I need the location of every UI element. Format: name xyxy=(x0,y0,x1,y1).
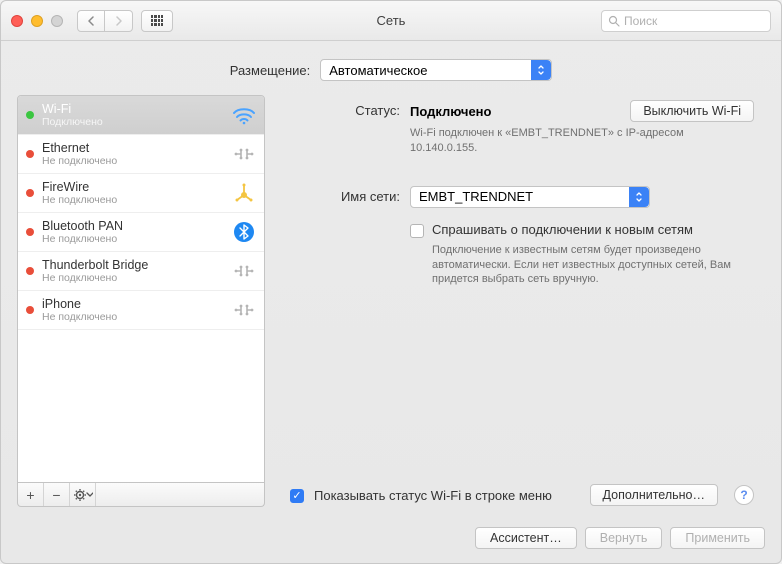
ask-join-checkbox[interactable] xyxy=(410,224,424,238)
show-all-button[interactable] xyxy=(141,10,173,32)
show-menubar-label: Показывать статус Wi-Fi в строке меню xyxy=(314,488,552,503)
gear-icon xyxy=(73,488,93,502)
item-name: iPhone xyxy=(42,297,224,311)
sidebar-item-firewire[interactable]: FireWire Не подключено xyxy=(18,174,264,213)
item-name: Wi-Fi xyxy=(42,102,224,116)
nav-segment xyxy=(77,10,133,32)
content-area: Wi-Fi Подключено Ethernet Не подключено xyxy=(1,95,781,517)
footer-buttons: Ассистент… Вернуть Применить xyxy=(1,517,781,563)
status-value: Подключено xyxy=(410,104,491,119)
item-status: Не подключено xyxy=(42,233,224,245)
sidebar-item-thunderbolt[interactable]: Thunderbolt Bridge Не подключено xyxy=(18,252,264,291)
apply-button[interactable]: Применить xyxy=(670,527,765,549)
service-actions-button[interactable] xyxy=(70,483,96,506)
minimize-button[interactable] xyxy=(31,15,43,27)
chevron-updown-icon xyxy=(531,60,551,80)
traffic-lights xyxy=(11,15,63,27)
show-menubar-checkbox[interactable] xyxy=(290,489,304,503)
firewire-icon xyxy=(232,181,256,205)
grid-icon xyxy=(151,15,163,27)
network-name-label: Имя сети: xyxy=(290,186,410,204)
sidebar-item-bluetooth[interactable]: Bluetooth PAN Не подключено xyxy=(18,213,264,252)
advanced-button[interactable]: Дополнительно… xyxy=(590,484,718,506)
network-select[interactable]: EMBT_TRENDNET xyxy=(410,186,650,208)
network-prefs-window: Сеть Размещение: Автоматическое Wi-Fi П xyxy=(0,0,782,564)
status-dot-icon xyxy=(26,267,34,275)
titlebar: Сеть xyxy=(1,1,781,41)
item-name: FireWire xyxy=(42,180,224,194)
location-label: Размещение: xyxy=(230,63,311,78)
item-name: Thunderbolt Bridge xyxy=(42,258,224,272)
close-button[interactable] xyxy=(11,15,23,27)
wifi-icon xyxy=(232,103,256,127)
search-field[interactable] xyxy=(601,10,771,32)
status-label: Статус: xyxy=(290,100,410,118)
status-description: Wi-Fi подключен к «EMBT_TRENDNET» с IP-а… xyxy=(410,126,730,156)
item-name: Bluetooth PAN xyxy=(42,219,224,233)
wifi-toggle-button[interactable]: Выключить Wi-Fi xyxy=(630,100,754,122)
item-name: Ethernet xyxy=(42,141,224,155)
services-footer: + − xyxy=(17,483,265,507)
services-list: Wi-Fi Подключено Ethernet Не подключено xyxy=(17,95,265,483)
network-value: EMBT_TRENDNET xyxy=(419,189,533,204)
forward-button[interactable] xyxy=(105,10,133,32)
thunderbolt-icon xyxy=(232,259,256,283)
item-status: Не подключено xyxy=(42,272,224,284)
status-dot-icon xyxy=(26,228,34,236)
location-row: Размещение: Автоматическое xyxy=(1,41,781,95)
services-sidebar: Wi-Fi Подключено Ethernet Не подключено xyxy=(17,95,265,507)
status-dot-icon xyxy=(26,306,34,314)
ethernet-icon xyxy=(232,142,256,166)
item-status: Не подключено xyxy=(42,311,224,323)
remove-service-button[interactable]: − xyxy=(44,483,70,506)
help-button[interactable]: ? xyxy=(734,485,754,505)
sidebar-item-iphone[interactable]: iPhone Не подключено xyxy=(18,291,264,330)
status-dot-icon xyxy=(26,150,34,158)
status-dot-icon xyxy=(26,111,34,119)
zoom-button[interactable] xyxy=(51,15,63,27)
iphone-link-icon xyxy=(232,298,256,322)
menubar-row: Показывать статус Wi-Fi в строке меню До… xyxy=(290,484,754,506)
item-status: Подключено xyxy=(42,116,224,128)
chevron-updown-icon xyxy=(629,187,649,207)
sidebar-item-wifi[interactable]: Wi-Fi Подключено xyxy=(18,96,264,135)
ask-join-label: Спрашивать о подключении к новым сетям xyxy=(432,222,754,237)
location-select[interactable]: Автоматическое xyxy=(320,59,552,81)
sidebar-item-ethernet[interactable]: Ethernet Не подключено xyxy=(18,135,264,174)
item-status: Не подключено xyxy=(42,155,224,167)
revert-button[interactable]: Вернуть xyxy=(585,527,663,549)
detail-pane: Статус: Подключено Выключить Wi-Fi Wi-Fi… xyxy=(279,95,765,507)
item-status: Не подключено xyxy=(42,194,224,206)
status-dot-icon xyxy=(26,189,34,197)
add-service-button[interactable]: + xyxy=(18,483,44,506)
search-icon xyxy=(608,15,620,27)
bluetooth-icon xyxy=(232,220,256,244)
back-button[interactable] xyxy=(77,10,105,32)
search-input[interactable] xyxy=(624,14,764,28)
assistant-button[interactable]: Ассистент… xyxy=(475,527,577,549)
ask-join-description: Подключение к известным сетям будет прои… xyxy=(432,243,752,288)
location-value: Автоматическое xyxy=(329,63,427,78)
window-title: Сеть xyxy=(377,13,406,28)
